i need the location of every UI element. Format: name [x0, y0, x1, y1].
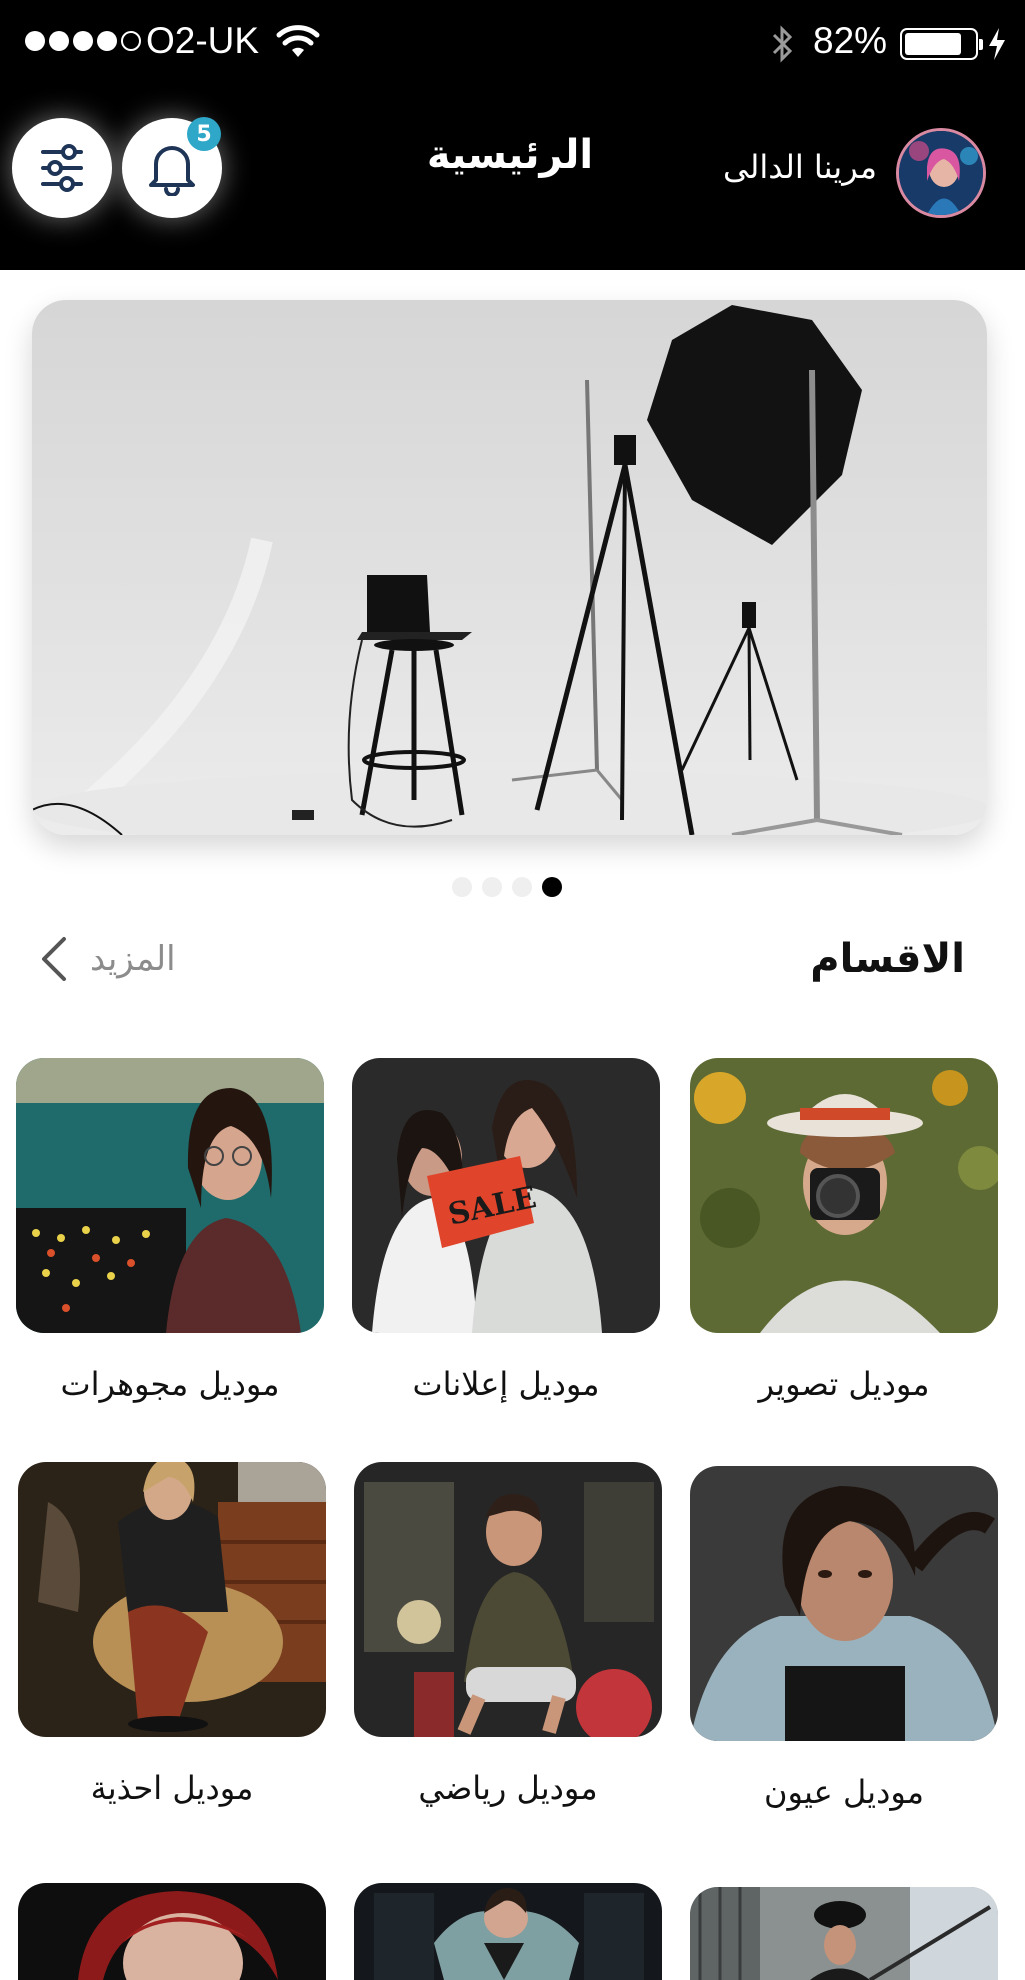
banner-pagination[interactable] — [452, 877, 562, 897]
category-label: موديل تصوير — [758, 1365, 930, 1403]
category-image — [690, 1466, 998, 1741]
category-image — [16, 1058, 324, 1333]
pagination-dot-active[interactable] — [542, 877, 562, 897]
bluetooth-icon — [772, 25, 793, 63]
filter-button[interactable] — [12, 118, 112, 218]
bell-icon — [149, 146, 195, 196]
category-image — [18, 1883, 326, 1980]
category-card-eyes[interactable]: موديل عيون — [690, 1466, 998, 1811]
pagination-dot[interactable] — [452, 877, 472, 897]
sliders-icon — [41, 144, 83, 192]
category-card-row3-right[interactable] — [690, 1887, 998, 1980]
category-label: موديل إعلانات — [412, 1365, 600, 1403]
category-label: موديل عيون — [763, 1773, 924, 1811]
category-label: موديل احذية — [90, 1769, 254, 1807]
charging-icon — [989, 28, 1005, 60]
category-card-ads[interactable]: SALE موديل إعلانات — [352, 1058, 660, 1403]
category-image — [690, 1887, 998, 1980]
category-label: موديل رياضي — [418, 1769, 598, 1807]
user-avatar[interactable] — [896, 128, 986, 218]
category-image: SALE — [352, 1058, 660, 1333]
category-label: موديل مجوهرات — [60, 1365, 280, 1403]
battery-percent: 82% — [813, 20, 888, 61]
more-label: المزيد — [90, 939, 176, 979]
category-card-jewelry[interactable]: موديل مجوهرات — [16, 1058, 324, 1403]
battery-icon — [900, 28, 983, 60]
studio-photo — [32, 305, 987, 835]
category-card-row3-left[interactable] — [18, 1883, 326, 1980]
category-card-shoes[interactable]: موديل احذية — [18, 1462, 326, 1807]
category-image — [690, 1058, 998, 1333]
category-card-row3-middle[interactable] — [354, 1883, 662, 1980]
pagination-dot[interactable] — [512, 877, 532, 897]
pagination-dot[interactable] — [482, 877, 502, 897]
carrier-name: O2-UK — [146, 20, 260, 61]
category-image — [18, 1462, 326, 1737]
signal-strength-icon — [25, 31, 141, 51]
category-card-photography[interactable]: موديل تصوير — [690, 1058, 998, 1403]
category-card-sports[interactable]: موديل رياضي — [354, 1462, 662, 1807]
page-title: الرئيسية — [426, 132, 594, 178]
user-name: مرينا الدالى — [722, 148, 877, 186]
section-title: الاقسام — [810, 936, 965, 982]
status-bar: O2-UK 82% — [0, 0, 1025, 88]
more-link[interactable]: المزيد — [40, 936, 176, 982]
avatar-image — [899, 131, 983, 215]
category-image — [354, 1462, 662, 1737]
notifications-badge: 5 — [187, 117, 221, 151]
wifi-icon — [276, 25, 320, 57]
promo-banner[interactable] — [32, 300, 987, 835]
category-image — [354, 1883, 662, 1980]
top-header: O2-UK 82% 5 الرئيسية مرينا الدالى — [0, 0, 1025, 270]
chevron-left-icon — [42, 937, 66, 981]
